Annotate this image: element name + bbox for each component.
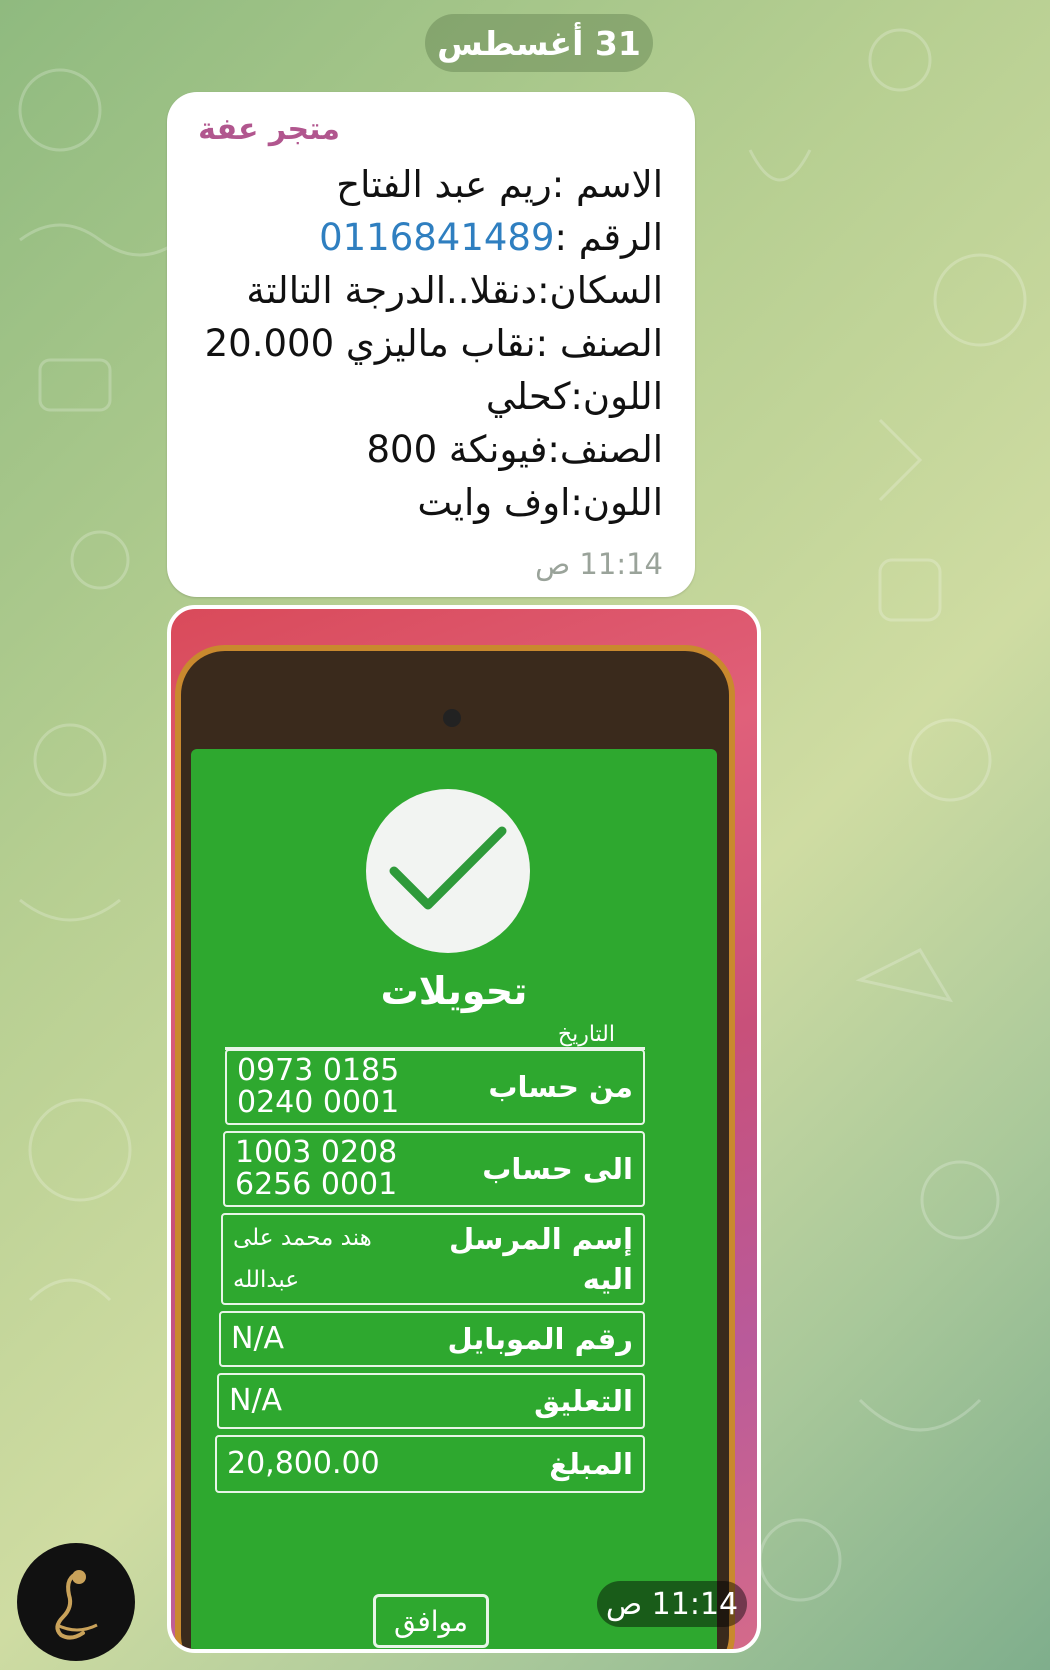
message-line-name: الاسم :ريم عبد الفتاح: [336, 163, 663, 206]
checkmark-icon: [366, 789, 530, 953]
ok-button: موافق: [373, 1594, 489, 1648]
transfer-screen: تحويلات التاريخ من حساب 0973 0185 0240 00…: [191, 749, 717, 1649]
message-line-item-1: الصنف :نقاب ماليزي 20.000: [204, 322, 663, 365]
transfer-title: تحويلات: [380, 969, 528, 1013]
phone-number-link[interactable]: 0116841489: [319, 216, 554, 259]
row-mobile-number: رقم الموبايل N/A: [219, 1311, 645, 1367]
row-recipient-name: إسم المرسل اليه هند محمد على عبدالله: [221, 1213, 645, 1305]
camera-icon: [443, 709, 461, 727]
message-line-color-1: اللون:كحلي: [485, 375, 663, 418]
message-line-phone: الرقم :0116841489: [205, 211, 663, 264]
message-bubble[interactable]: متجر عفة الاسم :ريم عبد الفتاح الرقم :01…: [167, 92, 695, 597]
row-amount: المبلغ 20,800.00: [215, 1435, 645, 1493]
message-line-address: السكان:دنقلا..الدرجة التالتة: [246, 269, 663, 312]
row-from-account: من حساب 0973 0185 0240 0001: [225, 1049, 645, 1125]
phone-label: الرقم :: [554, 216, 663, 259]
row-to-account: الى حساب 1003 0208 6256 0001: [223, 1131, 645, 1207]
sender-name[interactable]: متجر عفة: [198, 112, 340, 147]
message-text: الاسم :ريم عبد الفتاح الرقم :0116841489 …: [205, 158, 663, 529]
message-line-item-2: الصنف:فيونكة 800: [366, 428, 664, 471]
store-logo-icon: [55, 1570, 98, 1640]
photo-time: 11:14 ص: [597, 1581, 747, 1627]
message-time: 11:14 ص: [535, 547, 663, 581]
message-line-color-2: اللون:اوف وايت: [417, 481, 663, 524]
date-separator: 31 أغسطس: [425, 14, 653, 72]
partial-row: التاريخ: [225, 1021, 645, 1050]
row-comment: التعليق N/A: [217, 1373, 645, 1429]
sender-avatar[interactable]: [17, 1543, 135, 1661]
photo-message[interactable]: تحويلات التاريخ من حساب 0973 0185 0240 00…: [167, 605, 761, 1653]
phone-photo: تحويلات التاريخ من حساب 0973 0185 0240 00…: [175, 645, 735, 1649]
